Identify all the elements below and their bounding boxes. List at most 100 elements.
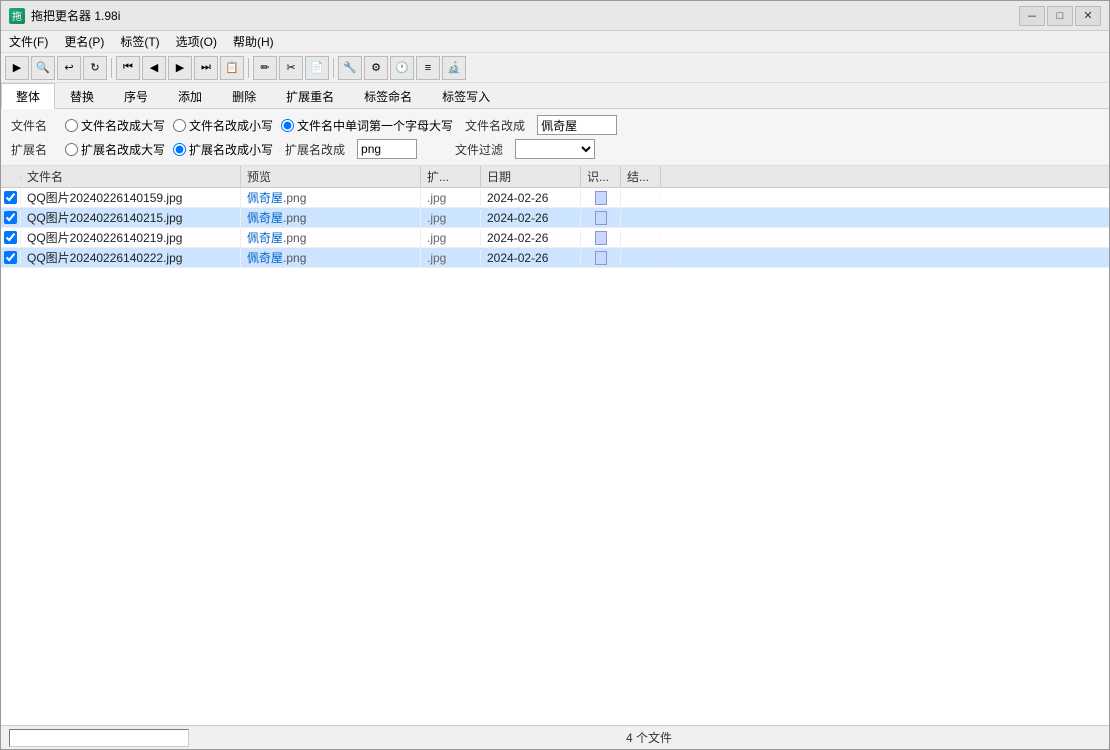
toolbar-prev[interactable]: ◀ [142, 56, 166, 80]
row-date-2: 2024-02-26 [481, 230, 581, 246]
toolbar-zoom[interactable]: 🔬 [442, 56, 466, 80]
row-check-1[interactable] [1, 210, 21, 225]
radio-titlecase[interactable] [281, 119, 294, 132]
close-button[interactable]: ✕ [1075, 6, 1101, 26]
row-checkbox-2[interactable] [4, 231, 17, 244]
menu-file[interactable]: 文件(F) [1, 31, 56, 52]
toolbar-cut[interactable]: ✂ [279, 56, 303, 80]
row-check-3[interactable] [1, 250, 21, 265]
menu-options[interactable]: 选项(O) [168, 31, 225, 52]
radio-uppercase-label[interactable]: 文件名改成大写 [65, 117, 165, 134]
row-preview-1: 佩奇屋.png [241, 208, 421, 227]
radio-lowercase[interactable] [173, 119, 186, 132]
menu-tag[interactable]: 标签(T) [112, 31, 167, 52]
menu-help[interactable]: 帮助(H) [225, 31, 282, 52]
filename-change-input[interactable] [537, 115, 617, 135]
tab-add[interactable]: 添加 [163, 83, 217, 108]
row-id-1 [581, 210, 621, 226]
th-result: 结... [621, 166, 661, 187]
app-icon: 拖 [9, 8, 25, 24]
filename-change-label: 文件名改成 [465, 117, 525, 134]
toolbar-clock[interactable]: 🕐 [390, 56, 414, 80]
row-date-0: 2024-02-26 [481, 190, 581, 206]
separator-1 [111, 58, 112, 78]
maximize-button[interactable]: □ [1047, 6, 1073, 26]
row-checkbox-0[interactable] [4, 191, 17, 204]
toolbar: ▶ 🔍 ↩ ↻ ⏮ ◀ ▶ ⏭ 📋 ✏ ✂ 📄 🔧 ⚙ 🕐 ≡ 🔬 [1, 53, 1109, 83]
toolbar-last[interactable]: ⏭ [194, 56, 218, 80]
filename-section-label: 文件名 [11, 117, 51, 134]
minimize-button[interactable]: － [1019, 6, 1045, 26]
table-row[interactable]: QQ图片20240226140219.jpg 佩奇屋.png .jpg 2024… [1, 228, 1109, 248]
tab-tag-write[interactable]: 标签写入 [427, 83, 505, 108]
title-bar: 拖 拖把更名器 1.98i － □ ✕ [1, 1, 1109, 31]
tab-sequence[interactable]: 序号 [109, 83, 163, 108]
th-date: 日期 [481, 166, 581, 187]
ext-options-row: 扩展名 扩展名改成大写 扩展名改成小写 扩展名改成 文件过滤 [11, 139, 1099, 159]
row-filename-1: QQ图片20240226140215.jpg [21, 208, 241, 227]
radio-ext-uppercase-label[interactable]: 扩展名改成大写 [65, 141, 165, 158]
toolbar-redo[interactable]: ↻ [83, 56, 107, 80]
radio-ext-lowercase[interactable] [173, 143, 186, 156]
table-row[interactable]: QQ图片20240226140215.jpg 佩奇屋.png .jpg 2024… [1, 208, 1109, 228]
table-row[interactable]: QQ图片20240226140222.jpg 佩奇屋.png .jpg 2024… [1, 248, 1109, 268]
separator-3 [333, 58, 334, 78]
window-title: 拖把更名器 1.98i [31, 7, 1019, 24]
separator-2 [248, 58, 249, 78]
row-result-3 [621, 257, 661, 259]
tab-ext[interactable]: 扩展重名 [271, 83, 349, 108]
row-result-2 [621, 237, 661, 239]
toolbar-list[interactable]: ≡ [416, 56, 440, 80]
row-filename-0: QQ图片20240226140159.jpg [21, 188, 241, 207]
file-icon [595, 251, 607, 265]
radio-lowercase-label[interactable]: 文件名改成小写 [173, 117, 273, 134]
th-filename: 文件名 [21, 166, 241, 187]
row-date-3: 2024-02-26 [481, 250, 581, 266]
toolbar-new[interactable]: 📄 [305, 56, 329, 80]
toolbar-start[interactable]: ▶ [5, 56, 29, 80]
content-area: 文件名 文件名改成大写 文件名改成小写 文件名中单词第一个字母大写 文件名改成 [1, 109, 1109, 725]
radio-uppercase[interactable] [65, 119, 78, 132]
statusbar: 4 个文件 [1, 725, 1109, 749]
row-ext-2: .jpg [421, 230, 481, 246]
file-filter-select[interactable] [515, 139, 595, 159]
radio-titlecase-label[interactable]: 文件名中单词第一个字母大写 [281, 117, 453, 134]
row-filename-2: QQ图片20240226140219.jpg [21, 228, 241, 247]
toolbar-settings[interactable]: 🔧 [338, 56, 362, 80]
ext-change-input[interactable] [357, 139, 417, 159]
toolbar-gear[interactable]: ⚙ [364, 56, 388, 80]
table-row[interactable]: QQ图片20240226140159.jpg 佩奇屋.png .jpg 2024… [1, 188, 1109, 208]
radio-ext-lowercase-label[interactable]: 扩展名改成小写 [173, 141, 273, 158]
toolbar-next[interactable]: ▶ [168, 56, 192, 80]
file-table: 文件名 预览 扩... 日期 识... 结... QQ图片20240226140… [1, 166, 1109, 725]
row-check-0[interactable] [1, 190, 21, 205]
tab-whole[interactable]: 整体 [1, 83, 55, 109]
tab-tag-name[interactable]: 标签命名 [349, 83, 427, 108]
toolbar-undo[interactable]: ↩ [57, 56, 81, 80]
table-body: QQ图片20240226140159.jpg 佩奇屋.png .jpg 2024… [1, 188, 1109, 268]
file-icon [595, 191, 607, 205]
toolbar-first[interactable]: ⏮ [116, 56, 140, 80]
row-date-1: 2024-02-26 [481, 210, 581, 226]
menu-bar: 文件(F) 更名(P) 标签(T) 选项(O) 帮助(H) [1, 31, 1109, 53]
menu-rename[interactable]: 更名(P) [56, 31, 112, 52]
row-check-2[interactable] [1, 230, 21, 245]
toolbar-search[interactable]: 🔍 [31, 56, 55, 80]
row-result-1 [621, 217, 661, 219]
toolbar-copy[interactable]: 📋 [220, 56, 244, 80]
tab-delete[interactable]: 删除 [217, 83, 271, 108]
row-result-0 [621, 197, 661, 199]
tabs-bar: 整体 替换 序号 添加 删除 扩展重名 标签命名 标签写入 [1, 83, 1109, 109]
th-check [1, 175, 21, 179]
row-preview-2: 佩奇屋.png [241, 228, 421, 247]
row-checkbox-1[interactable] [4, 211, 17, 224]
tab-replace[interactable]: 替换 [55, 83, 109, 108]
radio-ext-uppercase[interactable] [65, 143, 78, 156]
toolbar-edit[interactable]: ✏ [253, 56, 277, 80]
statusbar-left-area [9, 729, 189, 747]
options-section: 文件名 文件名改成大写 文件名改成小写 文件名中单词第一个字母大写 文件名改成 [1, 109, 1109, 166]
row-checkbox-3[interactable] [4, 251, 17, 264]
row-ext-1: .jpg [421, 210, 481, 226]
th-ext: 扩... [421, 166, 481, 187]
row-ext-0: .jpg [421, 190, 481, 206]
